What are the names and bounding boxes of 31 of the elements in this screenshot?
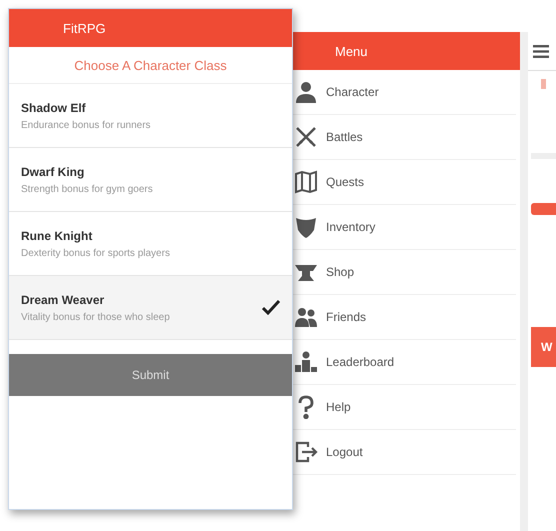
section-heading: Choose A Character Class — [9, 47, 292, 84]
menu-item[interactable]: Inventory — [293, 205, 516, 250]
app-title: FitRPG — [63, 20, 106, 36]
class-option[interactable]: Dwarf King Strength bonus for gym goers — [9, 148, 292, 212]
class-name: Dwarf King — [21, 164, 86, 178]
crossed-swords-icon — [294, 125, 318, 149]
logout-icon — [294, 440, 318, 464]
class-description: Endurance bonus for runners — [21, 120, 151, 130]
class-name: Dream Weaver — [21, 292, 106, 306]
class-description: Dexterity bonus for sports players — [21, 248, 170, 258]
checkmark-icon — [262, 300, 280, 315]
class-description: Strength bonus for gym goers — [21, 184, 153, 194]
class-name: Rune Knight — [21, 228, 94, 242]
menu-item[interactable]: Shop — [293, 250, 516, 295]
menu-title: Menu — [335, 44, 368, 58]
menu-icon[interactable] — [533, 44, 549, 58]
people-icon — [294, 305, 318, 329]
card-title: W — [541, 340, 552, 354]
map-icon — [294, 170, 318, 194]
shield-icon — [294, 215, 318, 239]
class-description: Vitality bonus for those who sleep — [21, 312, 170, 322]
podium-icon — [294, 350, 318, 374]
class-name: Shadow Elf — [21, 100, 87, 114]
menu-item[interactable]: Friends — [293, 295, 516, 340]
class-option[interactable]: Dream Weaver Vitality bonus for those who sleep — [9, 276, 292, 340]
menu-item[interactable]: Leaderboard — [293, 340, 516, 385]
marker-icon — [541, 79, 546, 89]
menu-item[interactable]: Character — [293, 70, 516, 115]
class-option[interactable]: Shadow Elf Endurance bonus for runners — [9, 84, 292, 148]
person-icon — [294, 80, 318, 104]
menu-item[interactable]: Quests — [293, 160, 516, 205]
